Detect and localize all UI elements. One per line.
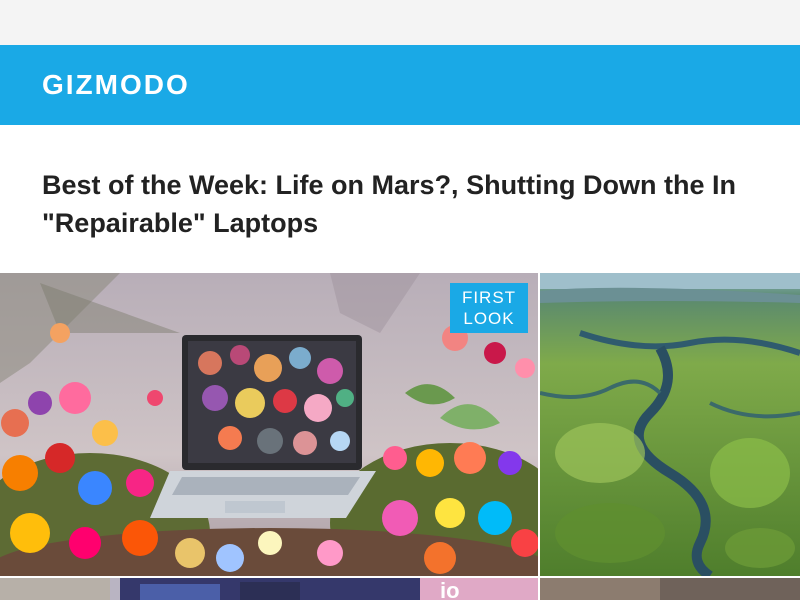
io-badge-text: io [440, 578, 460, 600]
story-tile-laptop[interactable]: FIRST LOOK [0, 273, 538, 576]
article-title-line-1: Best of the Week: Life on Mars?, Shuttin… [42, 170, 737, 200]
aerial-river-delta-image [540, 273, 800, 576]
top-spacer [0, 0, 800, 45]
first-look-badge-line-1: FIRST [461, 288, 517, 307]
first-look-badge-line-2: LOOK [463, 309, 515, 328]
bottom-right-image [540, 578, 800, 600]
bottom-left-image: io [0, 578, 538, 600]
story-tile-aerial[interactable] [540, 273, 800, 576]
story-tile-bottom-left[interactable]: io [0, 578, 538, 600]
article-title[interactable]: Best of the Week: Life on Mars?, Shuttin… [42, 166, 800, 242]
first-look-badge: FIRST LOOK [450, 283, 528, 333]
article-title-line-2: "Repairable" Laptops [42, 208, 319, 238]
site-header: GIZMODO [0, 45, 800, 125]
story-tile-bottom-right[interactable] [540, 578, 800, 600]
gizmodo-logo[interactable]: GIZMODO [42, 69, 190, 101]
